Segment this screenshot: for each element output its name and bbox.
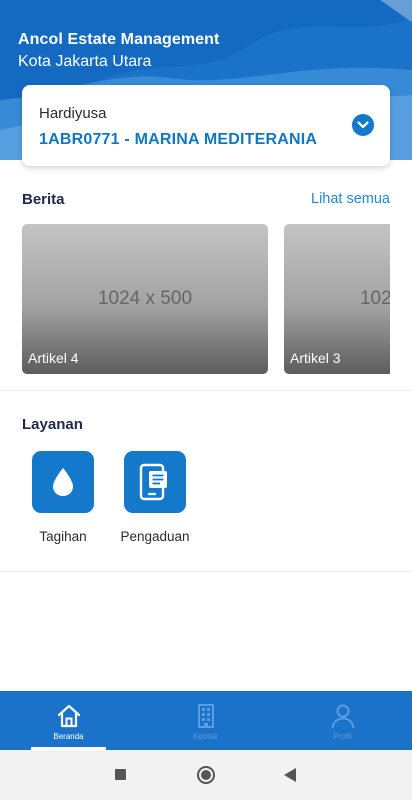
account-unit: 1ABR0771 - MARINA MEDITERANIA (39, 131, 318, 148)
news-card-label: Artikel 3 (290, 350, 341, 366)
news-image-placeholder: 1024 x 500 (97, 288, 193, 309)
news-section-title: Berita (22, 191, 65, 208)
section-divider (0, 571, 412, 572)
service-tagihan[interactable]: Tagihan (18, 451, 108, 544)
nav-label: Profil (333, 732, 352, 741)
back-triangle-icon[interactable] (284, 768, 296, 782)
home-circle-inner (201, 770, 211, 780)
service-label: Pengaduan (120, 529, 190, 544)
nav-item-profil[interactable]: Profil (274, 691, 411, 750)
news-card[interactable]: 1024 x 500 Artikel 4 (22, 224, 268, 374)
bottom-navigation: Beranda Kontak Profil (0, 691, 412, 750)
account-name: Hardiyusa (39, 105, 107, 122)
section-divider (0, 390, 412, 391)
home-circle-icon[interactable] (197, 766, 215, 784)
see-all-news-link[interactable]: Lihat semua (311, 191, 390, 207)
account-selector-card[interactable]: Hardiyusa 1ABR0771 - MARINA MEDITERANIA (22, 85, 390, 166)
water-drop-icon (53, 468, 73, 496)
home-icon (57, 704, 80, 728)
building-icon (197, 704, 214, 728)
services-section-title: Layanan (22, 416, 83, 433)
news-image-placeholder: 1024 x 500 (359, 288, 390, 309)
service-icon-tile (124, 451, 186, 513)
chevron-down-icon (357, 121, 369, 129)
service-pengaduan[interactable]: Pengaduan (110, 451, 200, 544)
person-icon (331, 704, 354, 729)
system-navigation-bar (0, 750, 412, 800)
complaint-phone-icon (139, 463, 167, 501)
nav-label: Kontak (193, 732, 218, 741)
nav-label: Beranda (53, 732, 84, 741)
news-card-label: Artikel 4 (28, 350, 79, 366)
service-icon-tile (32, 451, 94, 513)
nav-item-beranda[interactable]: Beranda (0, 691, 137, 750)
nav-item-kontak[interactable]: Kontak (137, 691, 274, 750)
news-carousel[interactable]: 1024 x 500 Artikel 4 1024 x 500 Artikel … (22, 224, 390, 374)
account-dropdown-button[interactable] (352, 114, 374, 136)
service-label: Tagihan (39, 529, 87, 544)
app-subtitle: Kota Jakarta Utara (18, 53, 152, 70)
news-card[interactable]: 1024 x 500 Artikel 3 (284, 224, 390, 374)
app-title: Ancol Estate Management (18, 31, 220, 48)
recent-apps-icon[interactable] (115, 769, 126, 780)
